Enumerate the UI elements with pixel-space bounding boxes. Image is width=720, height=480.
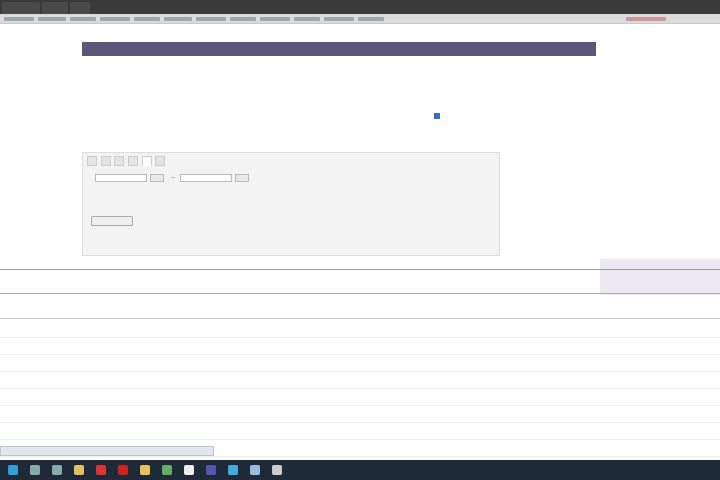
bookmark[interactable]: [100, 17, 130, 21]
bookmark[interactable]: [164, 17, 192, 21]
start-icon-glyph: [8, 465, 18, 475]
filter-tab[interactable]: [100, 156, 111, 166]
toolbar-left: [82, 65, 98, 71]
app-icon-3[interactable]: [202, 462, 220, 478]
top-navigation: [82, 29, 162, 35]
app-icon-5[interactable]: [246, 462, 264, 478]
table-row: [0, 423, 720, 440]
app-icon-4-glyph: [228, 465, 238, 475]
browser-tab[interactable]: [70, 2, 90, 14]
bookmark[interactable]: [38, 17, 66, 21]
browser-tab[interactable]: [42, 2, 68, 14]
date-presets: [127, 187, 151, 193]
browser-tab-strip: [0, 0, 720, 14]
start-icon[interactable]: [4, 462, 22, 478]
table-row: [0, 321, 720, 338]
browser-tab[interactable]: [2, 2, 40, 14]
checkbox-checked-icon[interactable]: [434, 113, 440, 119]
explorer-icon-glyph: [74, 465, 84, 475]
app-icon-3-glyph: [206, 465, 216, 475]
app-icon-2-glyph: [184, 465, 194, 475]
folder-icon-glyph: [140, 465, 150, 475]
filter-tab[interactable]: [114, 156, 125, 166]
app-icon-glyph: [162, 465, 172, 475]
table-header: [0, 259, 720, 270]
opera-icon-glyph: [118, 465, 128, 475]
app-icon-6[interactable]: [268, 462, 286, 478]
table-row: [0, 372, 720, 389]
option-checkbox[interactable]: [434, 113, 443, 119]
app-icon-2[interactable]: [180, 462, 198, 478]
filter-tab-active[interactable]: [141, 156, 152, 166]
apply-button[interactable]: [91, 216, 133, 226]
bookmark-right[interactable]: [626, 17, 666, 21]
search-icon[interactable]: [26, 462, 44, 478]
bookmark[interactable]: [358, 17, 384, 21]
task-view-icon[interactable]: [48, 462, 66, 478]
table-row: [0, 406, 720, 423]
calendar-icon[interactable]: [150, 174, 165, 182]
search-icon-glyph: [30, 465, 40, 475]
filter-tabs: [87, 156, 167, 166]
bookmark[interactable]: [294, 17, 320, 21]
bookmark[interactable]: [324, 17, 354, 21]
date-from-input[interactable]: [95, 174, 147, 182]
bookmark[interactable]: [230, 17, 256, 21]
date-range-row: –: [91, 174, 250, 182]
taskbar: [0, 460, 720, 480]
opera-icon[interactable]: [114, 462, 132, 478]
status-bar-tooltip: [0, 446, 214, 456]
table-row: [0, 338, 720, 355]
filter-tab[interactable]: [128, 156, 139, 166]
filter-tab[interactable]: [87, 156, 97, 166]
filter-panel: –: [82, 152, 500, 256]
bookmark[interactable]: [260, 17, 290, 21]
bookmark[interactable]: [4, 17, 34, 21]
totals-row: [0, 272, 720, 294]
calendar-icon[interactable]: [235, 174, 250, 182]
section-banner: [82, 42, 596, 56]
table-row: [0, 389, 720, 406]
bookmark[interactable]: [134, 17, 160, 21]
bookmark[interactable]: [196, 17, 226, 21]
sub-header-row: [0, 309, 720, 319]
bookmarks-bar: [0, 14, 720, 24]
toolbar-right: [554, 65, 594, 71]
table-row: [0, 355, 720, 372]
app-icon[interactable]: [158, 462, 176, 478]
chrome-icon-glyph: [96, 465, 106, 475]
bookmark[interactable]: [70, 17, 96, 21]
filter-tab[interactable]: [155, 156, 166, 166]
web-page: –: [0, 24, 720, 460]
app-icon-6-glyph: [272, 465, 282, 475]
date-to-input[interactable]: [179, 174, 232, 182]
app-icon-4[interactable]: [224, 462, 242, 478]
app-icon-5-glyph: [250, 465, 260, 475]
chrome-icon[interactable]: [92, 462, 110, 478]
folder-icon[interactable]: [136, 462, 154, 478]
explorer-icon[interactable]: [70, 462, 88, 478]
task-view-icon-glyph: [52, 465, 62, 475]
